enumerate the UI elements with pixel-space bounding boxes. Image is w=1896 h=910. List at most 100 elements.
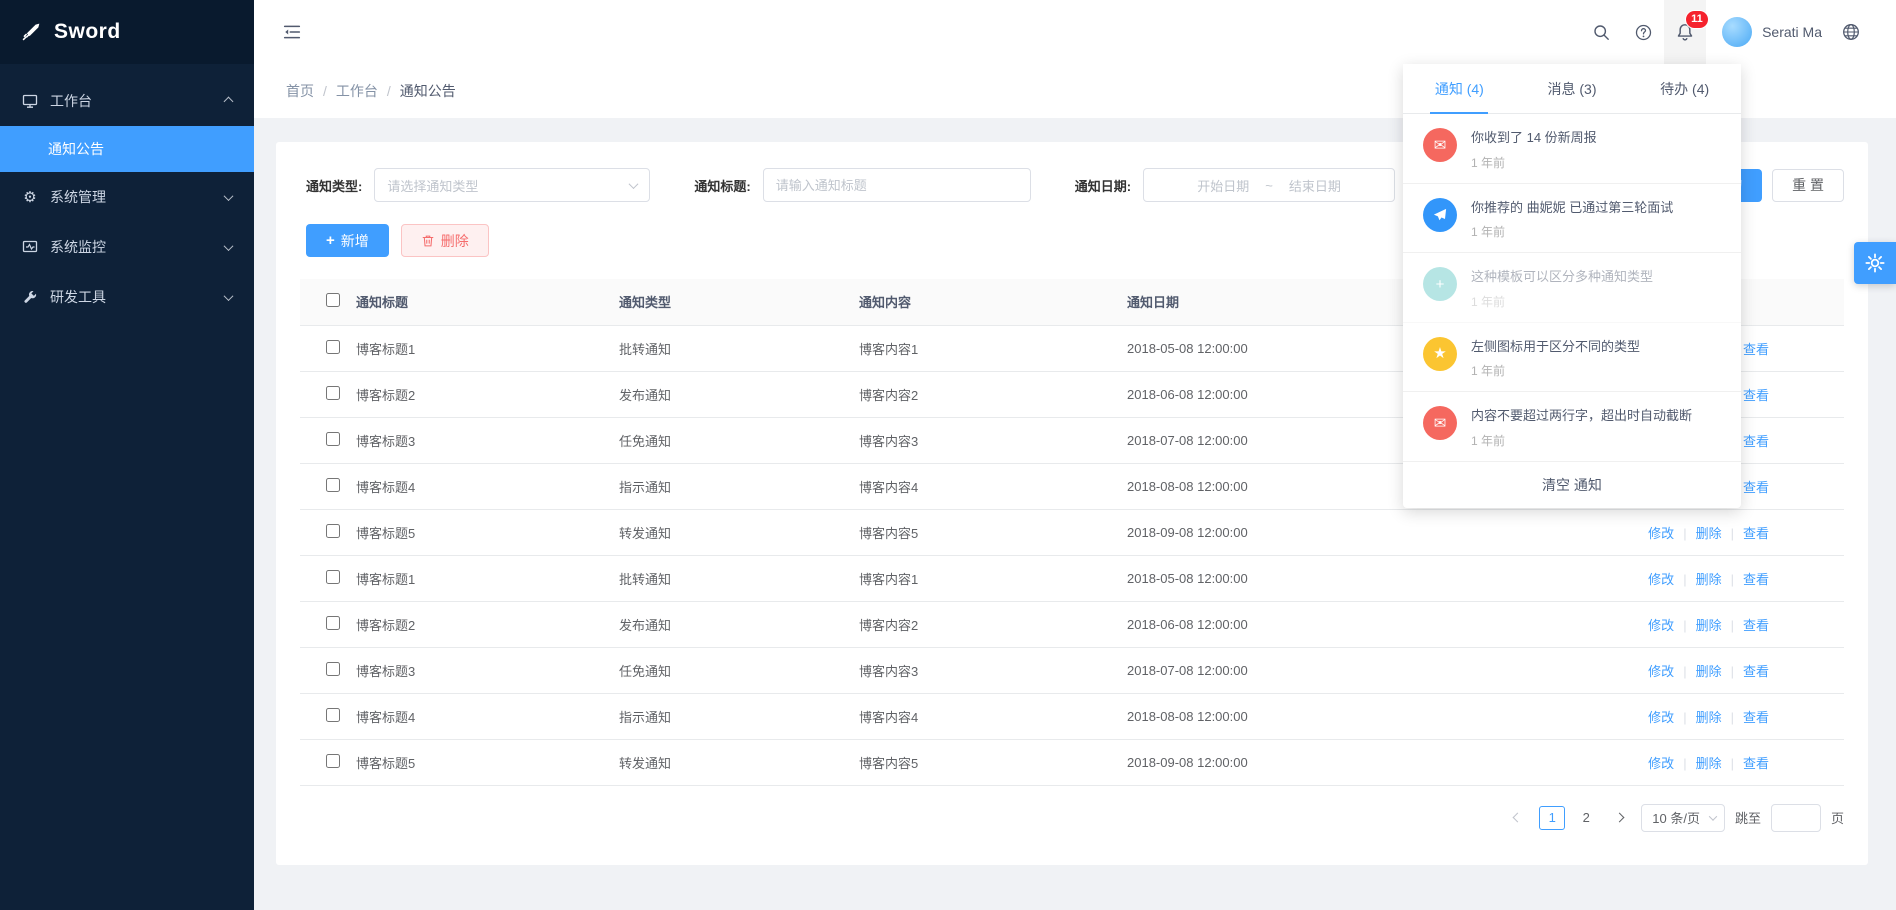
edit-link[interactable]: 修改 [1648,756,1674,771]
date-end-placeholder: 结束日期 [1289,176,1341,195]
cell-title: 博客标题4 [356,463,619,509]
col-content: 通知内容 [859,279,1127,325]
breadcrumb-current: 通知公告 [400,81,456,101]
breadcrumb-workbench[interactable]: 工作台 [336,81,378,101]
cell-date: 2018-09-08 12:00:00 [1127,509,1427,555]
view-link[interactable]: 查看 [1743,664,1769,679]
filter-title-group: 通知标题: [694,168,1030,202]
table-row: 博客标题3 任免通知 博客内容3 2018-07-08 12:00:00 修改|… [300,647,1844,693]
row-checkbox[interactable] [326,340,340,354]
view-link[interactable]: 查看 [1743,434,1769,449]
globe-icon[interactable] [1830,0,1872,64]
notification-time: 1 年前 [1471,362,1640,379]
type-select[interactable]: 请选择通知类型 [374,168,650,202]
view-link[interactable]: 查看 [1743,342,1769,357]
delete-link[interactable]: 删除 [1696,756,1722,771]
username[interactable]: Serati Ma [1762,24,1822,40]
reset-button[interactable]: 重 置 [1772,169,1844,202]
sidebar-item-notice[interactable]: 通知公告 [0,126,254,172]
sidebar-subitem-label: 通知公告 [48,139,104,159]
delete-link[interactable]: 删除 [1696,526,1722,541]
delete-link[interactable]: 删除 [1696,710,1722,725]
notification-tabs: 通知 (4) 消息 (3) 待办 (4) [1403,64,1741,114]
notification-bell[interactable]: 11 [1664,0,1706,64]
cell-title: 博客标题2 [356,371,619,417]
notification-item[interactable]: 你推荐的 曲妮妮 已通过第三轮面试 1 年前 [1403,184,1741,254]
avatar[interactable] [1722,17,1752,47]
sidebar-item-dev-tools[interactable]: 研发工具 [0,272,254,322]
row-checkbox[interactable] [326,524,340,538]
app-logo[interactable]: Sword [0,0,254,64]
menu-fold-icon[interactable] [272,0,312,64]
cell-title: 博客标题1 [356,555,619,601]
help-icon[interactable] [1622,0,1664,64]
jump-label: 跳至 [1735,808,1761,827]
row-checkbox[interactable] [326,708,340,722]
view-link[interactable]: 查看 [1743,756,1769,771]
edit-link[interactable]: 修改 [1648,526,1674,541]
mail-icon: ✉ [1423,406,1457,440]
notification-item[interactable]: + 这种模板可以区分多种通知类型 1 年前 [1403,253,1741,323]
view-link[interactable]: 查看 [1743,618,1769,633]
add-button[interactable]: + 新增 [306,224,389,257]
cell-type: 发布通知 [619,371,859,417]
delete-button[interactable]: 删除 [401,224,489,257]
row-checkbox[interactable] [326,662,340,676]
view-link[interactable]: 查看 [1743,388,1769,403]
sidebar-item-workbench[interactable]: 工作台 [0,76,254,126]
row-checkbox[interactable] [326,754,340,768]
date-range-picker[interactable]: 开始日期 ~ 结束日期 [1143,168,1395,202]
notification-item[interactable]: ✉ 你收到了 14 份新周报 1 年前 [1403,114,1741,184]
page-button-2[interactable]: 2 [1575,806,1597,830]
table-row: 博客标题1 批转通知 博客内容1 2018-05-08 12:00:00 修改|… [300,555,1844,601]
delete-link[interactable]: 删除 [1696,664,1722,679]
row-checkbox[interactable] [326,386,340,400]
title-input[interactable] [763,168,1031,202]
tab-todos[interactable]: 待办 (4) [1628,64,1741,113]
cell-type: 转发通知 [619,509,859,555]
sidebar-item-system-monitor[interactable]: 系统监控 [0,222,254,272]
notification-item[interactable]: ✉ 内容不要超过两行字，超出时自动截断 1 年前 [1403,392,1741,462]
row-checkbox[interactable] [326,478,340,492]
prev-page-button[interactable] [1505,806,1529,830]
row-checkbox[interactable] [326,432,340,446]
row-checkbox[interactable] [326,570,340,584]
view-link[interactable]: 查看 [1743,526,1769,541]
notification-time: 1 年前 [1471,293,1653,310]
clear-notifications-button[interactable]: 清空 通知 [1403,462,1741,508]
edit-link[interactable]: 修改 [1648,664,1674,679]
cell-type: 任免通知 [619,647,859,693]
cell-content: 博客内容4 [859,693,1127,739]
tab-messages[interactable]: 消息 (3) [1516,64,1629,113]
search-icon[interactable] [1580,0,1622,64]
jump-page-input[interactable] [1771,804,1821,832]
view-link[interactable]: 查看 [1743,480,1769,495]
cell-date: 2018-08-08 12:00:00 [1127,463,1427,509]
view-link[interactable]: 查看 [1743,710,1769,725]
edit-link[interactable]: 修改 [1648,710,1674,725]
cell-content: 博客内容2 [859,371,1127,417]
tab-notifications[interactable]: 通知 (4) [1403,64,1516,113]
theme-settings-button[interactable] [1854,242,1896,284]
cell-type: 指示通知 [619,693,859,739]
chevron-down-icon [224,191,234,201]
page-size-select[interactable]: 10 条/页 [1641,804,1725,832]
row-checkbox[interactable] [326,616,340,630]
col-date: 通知日期 [1127,279,1427,325]
sidebar-item-system-manage[interactable]: ⚙ 系统管理 [0,172,254,222]
next-page-button[interactable] [1607,806,1631,830]
breadcrumb-home[interactable]: 首页 [286,81,314,101]
select-all-checkbox[interactable] [326,293,340,307]
filter-type-group: 通知类型: 请选择通知类型 [306,168,650,202]
cell-date: 2018-07-08 12:00:00 [1127,647,1427,693]
view-link[interactable]: 查看 [1743,572,1769,587]
delete-link[interactable]: 删除 [1696,572,1722,587]
page-button-1[interactable]: 1 [1539,806,1565,830]
delete-link[interactable]: 删除 [1696,618,1722,633]
edit-link[interactable]: 修改 [1648,618,1674,633]
notification-item[interactable]: ★ 左侧图标用于区分不同的类型 1 年前 [1403,323,1741,393]
cell-title: 博客标题5 [356,509,619,555]
notification-time: 1 年前 [1471,223,1673,240]
edit-link[interactable]: 修改 [1648,572,1674,587]
sidebar: Sword 工作台 通知公告 ⚙ 系统管理 系统监 [0,0,254,910]
